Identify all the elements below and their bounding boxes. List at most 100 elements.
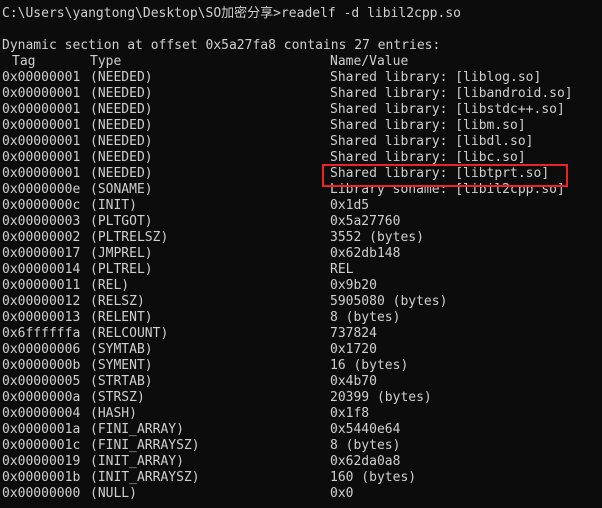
cell-value: Shared library: [libstdc++.so] <box>330 102 565 117</box>
cell-value: Shared library: [liblog.so] <box>330 70 542 85</box>
cell-value: 737824 <box>330 326 377 341</box>
cell-type: (INIT) <box>90 198 137 213</box>
dynamic-entries-list: 0x00000001 (NEEDED) Shared library: [liblo… <box>0 70 602 502</box>
cell-tag: 0x0000001c <box>2 438 81 453</box>
cell-tag: 0x00000013 <box>2 310 81 325</box>
cell-type: (NEEDED) <box>90 86 153 101</box>
cell-type: (NEEDED) <box>90 102 153 117</box>
cell-value: 160 (bytes) <box>330 470 417 485</box>
table-row: 0x00000001 (NEEDED) Shared library: [libm.… <box>0 118 602 134</box>
table-row: 0x0000000b (SYMENT) 16 (bytes) <box>0 358 602 374</box>
cell-tag: 0x00000012 <box>2 294 81 309</box>
table-row: 0x0000000a (STRSZ) 20399 (bytes) <box>0 390 602 406</box>
table-row: 0x00000019 (INIT_ARRAY) 0x62da0a8 <box>0 454 602 470</box>
dynamic-section-summary: Dynamic section at offset 0x5a27fa8 cont… <box>2 38 441 53</box>
cell-tag: 0x00000001 <box>2 70 81 85</box>
cell-type: (STRSZ) <box>90 390 145 405</box>
cell-value: 5905080 (bytes) <box>330 294 448 309</box>
table-row: 0x00000003 (PLTGOT) 0x5a27760 <box>0 214 602 230</box>
cell-type: (INIT_ARRAYSZ) <box>90 470 200 485</box>
cell-tag: 0x0000001b <box>2 470 81 485</box>
cell-tag: 0x00000001 <box>2 102 81 117</box>
cell-type: (RELCOUNT) <box>90 326 169 341</box>
cell-tag: 0x00000000 <box>2 486 81 501</box>
cell-value: REL <box>330 262 354 277</box>
cell-type: (RELSZ) <box>90 294 145 309</box>
cell-type: (SYMENT) <box>90 358 153 373</box>
cell-type: (REL) <box>90 278 130 293</box>
terminal-output: C:\Users\yangtong\Desktop\SO加密分享>readelf… <box>0 6 602 502</box>
table-row: 0x6ffffffa (RELCOUNT) 737824 <box>0 326 602 342</box>
cell-tag: 0x00000001 <box>2 166 81 181</box>
cell-type: (NEEDED) <box>90 70 153 85</box>
cell-tag: 0x00000002 <box>2 230 81 245</box>
table-row: 0x0000000e (SONAME) Library soname: [libil… <box>0 182 602 198</box>
cell-type: (NEEDED) <box>90 150 153 165</box>
cell-tag: 0x00000017 <box>2 246 81 261</box>
table-row: 0x00000002 (PLTRELSZ) 3552 (bytes) <box>0 230 602 246</box>
cell-type: (SONAME) <box>90 182 153 197</box>
cell-type: (SYMTAB) <box>90 342 153 357</box>
cell-type: (JMPREL) <box>90 246 153 261</box>
cell-tag: 0x00000019 <box>2 454 81 469</box>
table-row: 0x00000011 (REL) 0x9b20 <box>0 278 602 294</box>
table-row: 0x00000005 (STRTAB) 0x4b70 <box>0 374 602 390</box>
cell-tag: 0x00000011 <box>2 278 81 293</box>
cell-value: 8 (bytes) <box>330 438 401 453</box>
table-row: 0x00000006 (SYMTAB) 0x1720 <box>0 342 602 358</box>
table-row: 0x00000001 (NEEDED) Shared library: [liblo… <box>0 70 602 86</box>
table-row: 0x00000001 (NEEDED) Shared library: [libtp… <box>0 166 602 182</box>
cell-value: Shared library: [libandroid.so] <box>330 86 573 101</box>
cell-value: 0x0 <box>330 486 354 501</box>
cell-value: 0x1d5 <box>330 198 370 213</box>
table-row: 0x00000004 (HASH) 0x1f8 <box>0 406 602 422</box>
cell-tag: 0x0000000b <box>2 358 81 373</box>
table-row: 0x00000014 (PLTREL) REL <box>0 262 602 278</box>
column-header-value: Name/Value <box>330 54 409 69</box>
cell-tag: 0x0000000a <box>2 390 81 405</box>
cell-tag: 0x00000014 <box>2 262 81 277</box>
table-row: 0x0000000c (INIT) 0x1d5 <box>0 198 602 214</box>
table-row: 0x0000001c (FINI_ARRAYSZ) 8 (bytes) <box>0 438 602 454</box>
cell-value: 20399 (bytes) <box>330 390 432 405</box>
cell-value: 0x9b20 <box>330 278 377 293</box>
cell-value: 3552 (bytes) <box>330 230 424 245</box>
cell-type: (PLTGOT) <box>90 214 153 229</box>
cell-value: 8 (bytes) <box>330 310 401 325</box>
cell-value: Shared library: [libdl.so] <box>330 134 534 149</box>
column-header-type: Type <box>90 54 122 69</box>
table-row: 0x00000013 (RELENT) 8 (bytes) <box>0 310 602 326</box>
cell-value: 0x5440e64 <box>330 422 401 437</box>
table-row: 0x00000001 (NEEDED) Shared library: [libc.… <box>0 150 602 166</box>
table-row: 0x00000001 (NEEDED) Shared library: [libdl… <box>0 134 602 150</box>
cell-type: (NEEDED) <box>90 134 153 149</box>
column-header-tag: Tag <box>12 54 36 69</box>
cell-tag: 0x0000000c <box>2 198 81 213</box>
cell-tag: 0x0000001a <box>2 422 81 437</box>
table-row: 0x00000017 (JMPREL) 0x62db148 <box>0 246 602 262</box>
cell-value: 0x1f8 <box>330 406 370 421</box>
cell-type: (PLTRELSZ) <box>90 230 169 245</box>
cell-type: (NEEDED) <box>90 166 153 181</box>
cell-type: (STRTAB) <box>90 374 153 389</box>
cell-tag: 0x00000005 <box>2 374 81 389</box>
prompt-line: C:\Users\yangtong\Desktop\SO加密分享>readelf… <box>2 6 461 21</box>
cell-tag: 0x0000000e <box>2 182 81 197</box>
cell-value: 0x5a27760 <box>330 214 401 229</box>
cell-type: (FINI_ARRAY) <box>90 422 184 437</box>
cell-value: 0x1720 <box>330 342 377 357</box>
table-row: 0x0000001b (INIT_ARRAYSZ) 160 (bytes) <box>0 470 602 486</box>
cell-tag: 0x00000001 <box>2 86 81 101</box>
cell-tag: 0x6ffffffa <box>2 326 81 341</box>
table-row: 0x00000001 (NEEDED) Shared library: [liban… <box>0 86 602 102</box>
cell-type: (FINI_ARRAYSZ) <box>90 438 200 453</box>
cell-value: 0x62db148 <box>330 246 401 261</box>
terminal-window[interactable]: C:\Users\yangtong\Desktop\SO加密分享>readelf… <box>0 0 602 508</box>
table-row: 0x00000000 (NULL) 0x0 <box>0 486 602 502</box>
cell-value: Shared library: [libc.so] <box>330 150 526 165</box>
cell-tag: 0x00000001 <box>2 134 81 149</box>
table-row: 0x0000001a (FINI_ARRAY) 0x5440e64 <box>0 422 602 438</box>
cell-type: (NEEDED) <box>90 118 153 133</box>
cell-tag: 0x00000001 <box>2 150 81 165</box>
